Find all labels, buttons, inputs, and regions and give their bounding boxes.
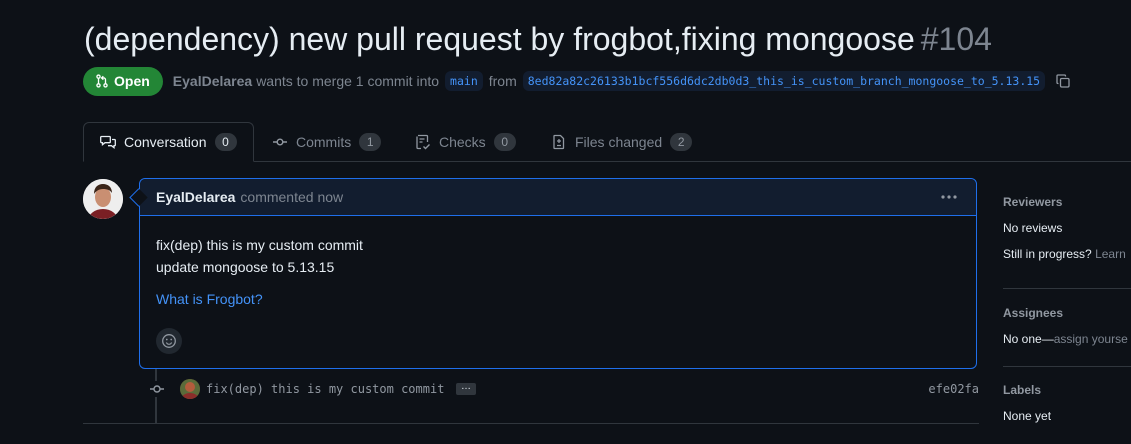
tab-files-changed[interactable]: Files changed 2: [551, 122, 693, 162]
smiley-icon: [161, 333, 177, 349]
file-diff-icon: [551, 134, 567, 150]
git-commit-icon: [272, 134, 288, 150]
comment-line: fix(dep) this is my custom commit: [156, 237, 363, 253]
commit-author-avatar[interactable]: [180, 379, 200, 399]
comment-body: fix(dep) this is my custom commit update…: [156, 234, 363, 278]
tab-checks[interactable]: Checks 0: [415, 122, 516, 162]
tab-count: 1: [359, 133, 382, 151]
merge-text: wants to merge 1 commit into: [256, 73, 440, 89]
tab-label: Commits: [296, 134, 352, 150]
head-branch[interactable]: 8ed82a82c26133b1bcf556d6dc2db0d3_this_is…: [522, 71, 1046, 91]
reviewers-heading[interactable]: Reviewers: [1003, 195, 1062, 209]
pr-title-text: (dependency) new pull request by frogbot…: [84, 21, 915, 57]
pr-meta: Open EyalDelarea wants to merge 1 commit…: [83, 66, 1071, 96]
what-is-frogbot-link[interactable]: What is Frogbot?: [156, 291, 263, 307]
sidebar-divider: [1003, 288, 1131, 289]
from-text: from: [488, 73, 517, 89]
avatar[interactable]: [83, 179, 123, 219]
still-in-progress-text: Still in progress? Learn: [1003, 247, 1126, 261]
assignees-heading[interactable]: Assignees: [1003, 306, 1063, 320]
reviewers-value: No reviews: [1003, 221, 1063, 235]
pr-sidebar: Reviewers No reviews Still in progress? …: [1003, 0, 1131, 444]
commit-message-link[interactable]: fix(dep) this is my custom commit: [206, 382, 444, 396]
tab-commits[interactable]: Commits 1: [272, 122, 382, 162]
tab-label: Checks: [439, 134, 486, 150]
author-link[interactable]: EyalDelarea: [173, 73, 252, 89]
comment-header: EyalDelarea commented now: [140, 179, 976, 216]
checklist-icon: [415, 134, 431, 150]
assign-yourself-link[interactable]: assign yourse: [1054, 332, 1128, 346]
tab-count: 0: [214, 133, 237, 151]
commit-row: fix(dep) this is my custom commit … efe0…: [145, 378, 979, 400]
pr-title: (dependency) new pull request by frogbot…: [84, 18, 992, 60]
state-badge-open: Open: [83, 66, 163, 96]
comment-timestamp[interactable]: commented now: [240, 189, 343, 205]
add-reaction-button[interactable]: [156, 328, 182, 354]
comment-author[interactable]: EyalDelarea: [156, 189, 235, 205]
learn-link[interactable]: Learn: [1095, 247, 1126, 261]
sidebar-divider: [1003, 366, 1131, 367]
assignees-none: No one—: [1003, 332, 1054, 346]
kebab-horizontal-icon[interactable]: [940, 189, 958, 210]
commit-sha-link[interactable]: efe02fa: [928, 382, 979, 396]
timeline-divider: [83, 423, 979, 424]
labels-value: None yet: [1003, 409, 1052, 423]
expand-commit-button[interactable]: …: [456, 382, 476, 395]
pr-tabs: Conversation 0 Commits 1 Checks 0 Files …: [0, 122, 1131, 162]
still-in-progress-label: Still in progress?: [1003, 247, 1092, 261]
tab-count: 2: [670, 133, 693, 151]
pr-number: #104: [920, 21, 992, 57]
labels-heading[interactable]: Labels: [1003, 383, 1041, 397]
tab-conversation[interactable]: Conversation 0: [83, 122, 254, 162]
comment-card: EyalDelarea commented now fix(dep) this …: [139, 178, 977, 369]
comment-discussion-icon: [100, 134, 116, 150]
git-commit-icon: [147, 381, 165, 402]
comment-line: update mongoose to 5.13.15: [156, 259, 335, 275]
assignees-value: No one—assign yourse: [1003, 332, 1128, 346]
state-label: Open: [114, 73, 150, 89]
tab-count: 0: [493, 133, 516, 151]
git-pull-request-icon: [95, 74, 109, 88]
tab-label: Conversation: [124, 134, 207, 150]
tab-label: Files changed: [575, 134, 663, 150]
base-branch[interactable]: main: [445, 71, 483, 91]
